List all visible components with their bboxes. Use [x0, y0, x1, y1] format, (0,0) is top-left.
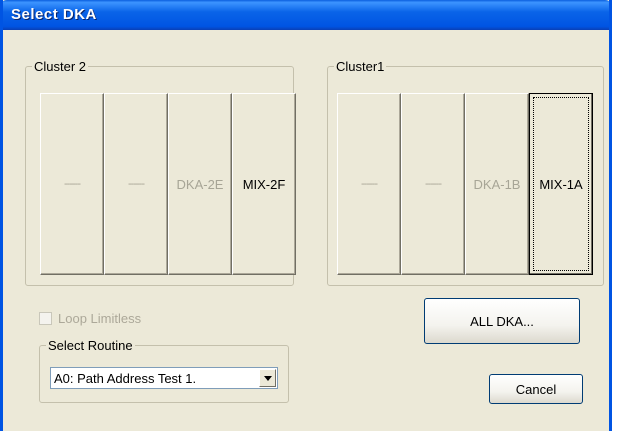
cluster2-buttons: ------ ------ DKA-2E MIX-2F — [40, 93, 296, 275]
dka-2e-label: DKA-2E — [176, 176, 224, 192]
mix-1a-button[interactable]: MIX-1A — [529, 93, 593, 275]
routine-select[interactable]: A0: Path Address Test 1. — [50, 367, 278, 389]
cancel-button[interactable]: Cancel — [489, 374, 583, 404]
cluster1-buttons: ------ ------ DKA-1B MIX-1A — [337, 93, 593, 275]
loop-limitless-row: Loop Limitless — [39, 311, 141, 326]
cluster2-label: Cluster 2 — [32, 59, 89, 74]
dka-2e-button: DKA-2E — [168, 93, 232, 275]
loop-limitless-checkbox — [39, 312, 52, 325]
dropdown-arrow-button[interactable] — [259, 369, 276, 387]
mix-2f-button[interactable]: MIX-2F — [232, 93, 296, 275]
mix-2f-label: MIX-2F — [242, 176, 286, 192]
cluster2-slot-1-button: ------ — [40, 93, 104, 275]
select-dka-dialog: Select DKA Cluster 2 ------ ------ DKA-2… — [0, 0, 612, 431]
all-dka-label: ALL DKA... — [470, 313, 534, 329]
routine-selected-value: A0: Path Address Test 1. — [54, 371, 197, 386]
cluster2-slot-2-button: ------ — [104, 93, 168, 275]
cluster2-slot-2-label: ------ — [128, 178, 145, 190]
chevron-down-icon — [263, 375, 272, 381]
cluster1-slot-1-button: ------ — [337, 93, 401, 275]
select-routine-label: Select Routine — [46, 338, 135, 353]
loop-limitless-label: Loop Limitless — [58, 311, 142, 326]
dialog-title: Select DKA — [11, 6, 97, 23]
cancel-label: Cancel — [515, 381, 557, 397]
cluster1-slot-2-button: ------ — [401, 93, 465, 275]
cluster1-label: Cluster1 — [334, 59, 387, 74]
dka-1b-label: DKA-1B — [473, 176, 521, 192]
all-dka-button[interactable]: ALL DKA... — [424, 298, 580, 344]
dka-1b-button: DKA-1B — [465, 93, 529, 275]
title-bar[interactable]: Select DKA — [3, 0, 609, 30]
mix-1a-label: MIX-1A — [539, 176, 583, 192]
cluster1-slot-1-label: ------ — [361, 178, 378, 190]
cluster1-slot-2-label: ------ — [425, 178, 442, 190]
cluster2-slot-1-label: ------ — [64, 178, 81, 190]
